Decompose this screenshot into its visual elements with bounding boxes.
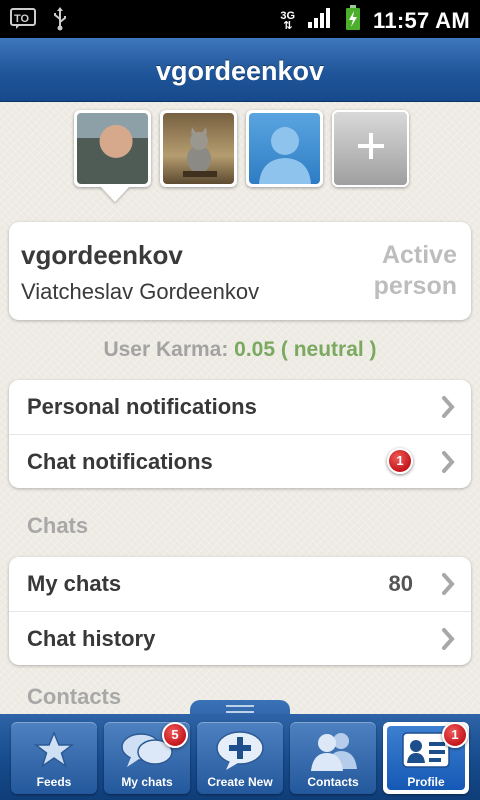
battery-icon xyxy=(345,5,361,36)
placeholder-silhouette xyxy=(249,113,320,184)
profile-username: vgordeenkov xyxy=(21,240,183,270)
row-label: My chats xyxy=(27,571,122,596)
personal-notifications-row[interactable]: Personal notifications xyxy=(9,380,471,434)
notification-icon: TO xyxy=(10,8,36,35)
clock: 11:57 AM xyxy=(373,7,470,33)
notifications-card: Personal notifications Chat notification… xyxy=(9,380,471,488)
svg-text:TO: TO xyxy=(14,13,30,25)
signal-icon xyxy=(307,7,333,34)
plus-bubble-icon xyxy=(197,728,283,772)
status-line-2: person xyxy=(373,272,457,300)
avatar-cat-photo[interactable] xyxy=(160,110,237,187)
avatar-selection-pointer xyxy=(100,186,130,202)
tab-label: My chats xyxy=(121,775,173,789)
star-icon xyxy=(11,728,97,772)
chevron-right-icon xyxy=(441,628,455,656)
tab-label: Create New xyxy=(207,775,273,789)
profile-card: vgordeenkov Viatcheslav Gordeenkov Activ… xyxy=(9,222,471,320)
chat-history-row[interactable]: Chat history xyxy=(9,611,471,665)
plus-icon xyxy=(356,131,386,166)
chats-section-title: Chats xyxy=(27,513,89,538)
my-chats-badge: 5 xyxy=(162,722,188,748)
profile-content: vgordeenkov Viatcheslav Gordeenkov Activ… xyxy=(0,102,480,714)
row-label: Chat history xyxy=(27,625,156,651)
bottom-tab-bar: Feeds My chats 5 Create New Contacts Pro… xyxy=(0,714,480,800)
status-line-1: Active xyxy=(381,241,457,269)
row-label: Personal notifications xyxy=(27,394,257,419)
network-type-label: 3G xyxy=(280,9,296,22)
user-karma: User Karma: 0.05 ( neutral ) xyxy=(0,338,480,362)
add-photo-button[interactable] xyxy=(332,110,409,187)
karma-label: User Karma: xyxy=(103,338,235,361)
title-bar: vgordeenkov xyxy=(0,38,480,102)
avatar-profile-photo[interactable] xyxy=(74,110,151,187)
my-chats-row[interactable]: My chats 80 xyxy=(9,557,471,611)
chevron-right-icon xyxy=(441,396,455,424)
row-label: Chat notifications xyxy=(27,448,213,474)
page-title: vgordeenkov xyxy=(155,56,325,86)
tab-label: Profile xyxy=(407,775,445,789)
contacts-section-title: Contacts xyxy=(27,684,122,709)
my-chats-count: 80 xyxy=(388,571,413,596)
status-bar: TO 3G ⇅ 11:57 AM xyxy=(0,0,480,38)
people-icon xyxy=(290,728,376,772)
profile-full-name: Viatcheslav Gordeenkov xyxy=(21,279,260,304)
chat-notifications-badge: 1 xyxy=(387,448,413,474)
usb-icon xyxy=(52,7,68,36)
chats-card: My chats 80 Chat history xyxy=(9,557,471,665)
grip-icon xyxy=(226,705,254,713)
profile-status: Active person xyxy=(374,240,457,302)
network-3g-icon: 3G ⇅ xyxy=(280,9,296,32)
tab-contacts[interactable]: Contacts xyxy=(290,722,376,794)
tab-create-new[interactable]: Create New xyxy=(197,722,283,794)
cat-photo-image xyxy=(163,113,234,184)
tab-feeds[interactable]: Feeds xyxy=(11,722,97,794)
profile-photo-image xyxy=(77,113,148,184)
tab-label: Contacts xyxy=(307,775,359,789)
chat-notifications-row[interactable]: Chat notifications 1 xyxy=(9,434,471,488)
chevron-right-icon xyxy=(441,573,455,601)
profile-badge: 1 xyxy=(442,722,468,748)
karma-value: 0.05 ( neutral ) xyxy=(234,338,377,361)
avatar-placeholder[interactable] xyxy=(246,110,323,187)
chevron-right-icon xyxy=(441,451,455,479)
tab-label: Feeds xyxy=(36,775,72,789)
avatar-row xyxy=(74,110,409,187)
